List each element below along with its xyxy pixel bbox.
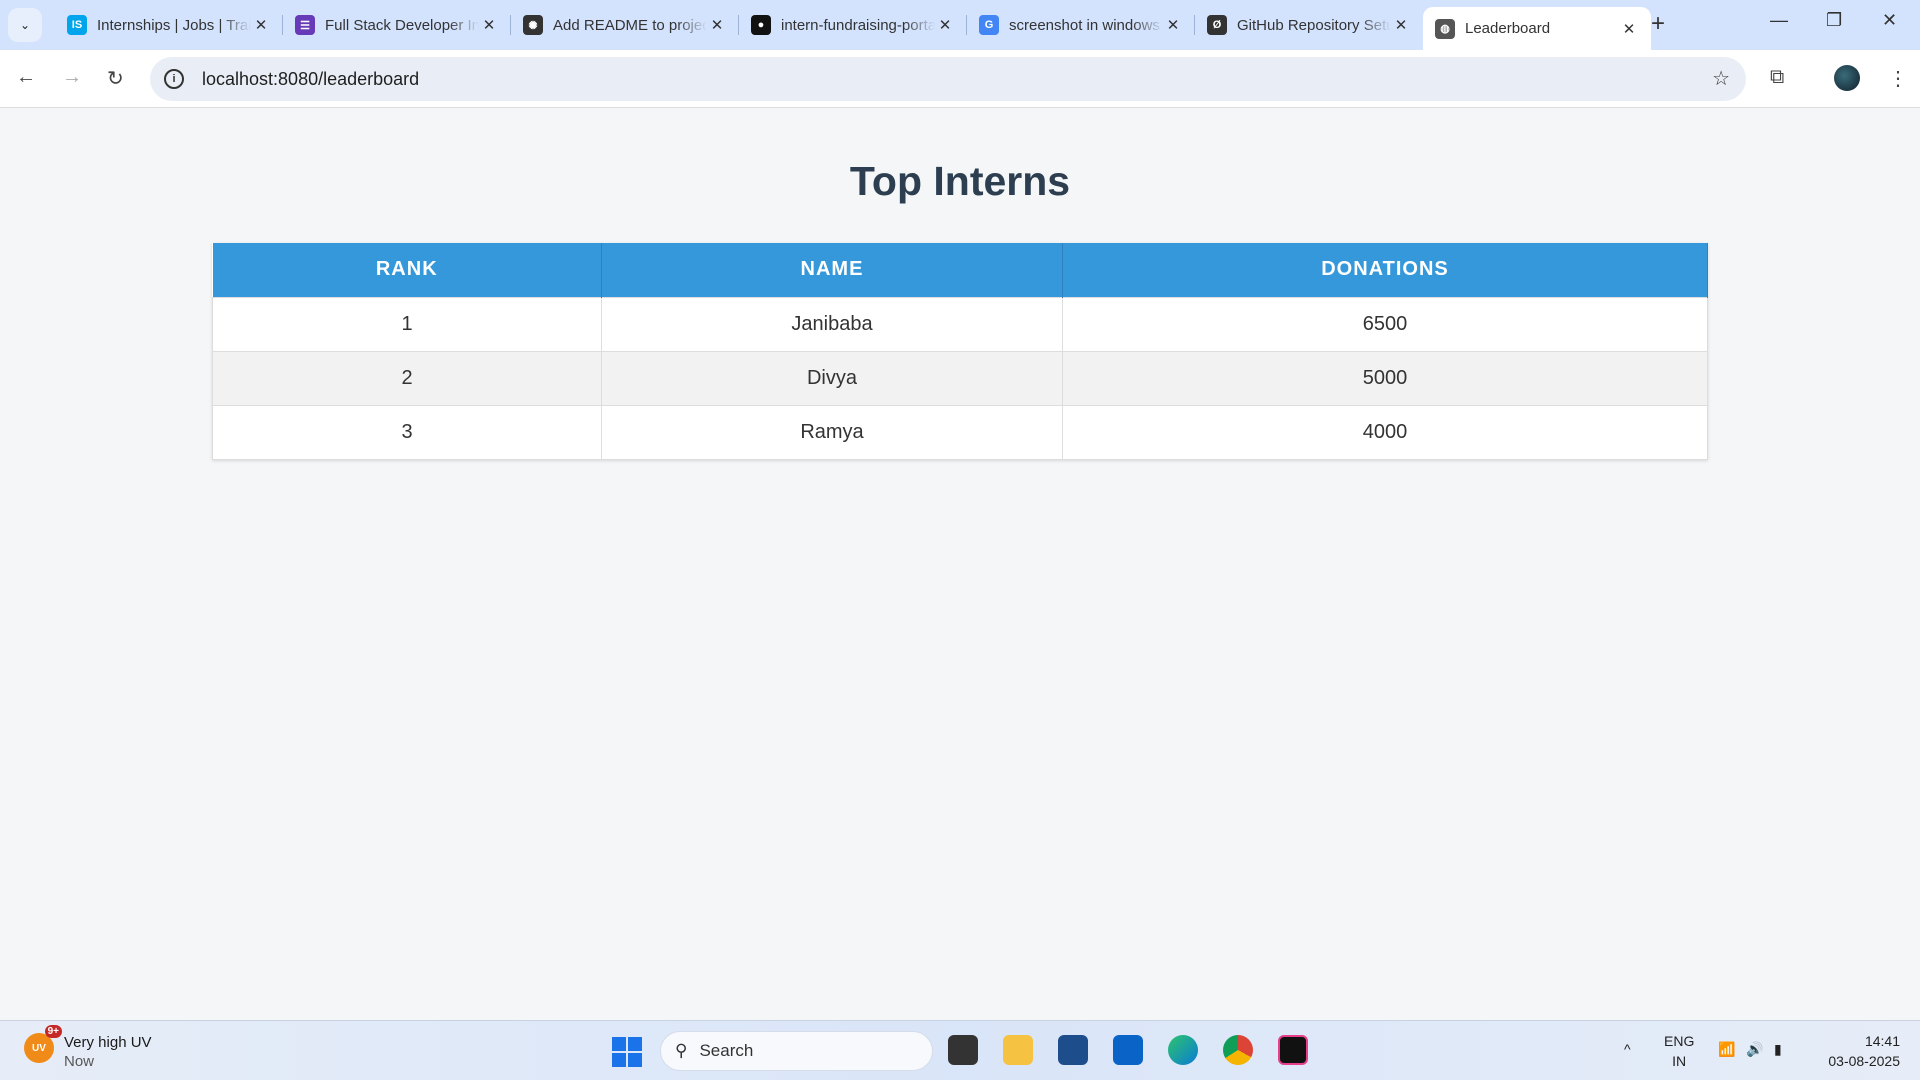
battery-icon[interactable]: ▮ xyxy=(1774,1039,1782,1059)
region: IN xyxy=(1672,1053,1687,1069)
table-row: 2 Divya 5000 xyxy=(212,350,1708,406)
globe-icon: ◍ xyxy=(1435,18,1455,39)
name-cell: Ramya xyxy=(601,404,1063,460)
table-row: 1 Janibaba 6500 xyxy=(212,296,1708,352)
address-bar[interactable]: i localhost:8080/leaderboard ☆ xyxy=(150,57,1746,101)
tab-screenshot-in-windows[interactable]: Gscreenshot in windows ✕ xyxy=(967,7,1195,43)
tab-leaderboard[interactable]: ◍ Leaderboard ✕ xyxy=(1423,7,1651,50)
tab-internships-jobs-training[interactable]: IS Internships | Jobs | Training✕ xyxy=(55,7,283,43)
tab-add-readme-to-project[interactable]: ✺ Add README to project ✕ xyxy=(511,7,739,43)
tab-strip: ⌄ ISInternships | Jobs | Training✕☰Full … xyxy=(0,0,1920,50)
minimize-button[interactable]: — xyxy=(1770,10,1788,31)
extensions-icon[interactable]: ⧉ xyxy=(1770,66,1784,89)
back-button[interactable]: ← xyxy=(16,66,36,89)
wifi-icon[interactable]: 📶 xyxy=(1718,1039,1735,1059)
table-row: 3 Ramya 4000 xyxy=(212,404,1708,460)
chatgpt-icon: ✺ xyxy=(523,15,543,35)
time: 14:41 xyxy=(1864,1033,1900,1049)
weather-subtitle: Now xyxy=(64,1053,95,1070)
close-tab-icon[interactable]: ✕ xyxy=(251,16,271,34)
close-tab-icon[interactable]: ✕ xyxy=(479,16,499,34)
task-view-icon[interactable] xyxy=(948,1035,978,1065)
header-name: NAME xyxy=(601,243,1063,297)
search-placeholder: Search xyxy=(699,1041,754,1060)
tab-title: Leaderboard xyxy=(1465,20,1551,37)
date: 03-08-2025 xyxy=(1828,1053,1900,1069)
forward-button[interactable]: → xyxy=(62,66,82,89)
volume-icon[interactable]: 🔊 xyxy=(1746,1039,1763,1059)
show-hidden-icons[interactable]: ^ xyxy=(1624,1039,1631,1059)
tab-title: screenshot in windows xyxy=(1009,16,1160,34)
uv-icon-text: UV xyxy=(32,1042,46,1054)
rank-cell: 3 xyxy=(212,404,602,460)
file-explorer-icon[interactable] xyxy=(1003,1035,1033,1065)
close-tab-icon[interactable]: ✕ xyxy=(1163,16,1183,34)
name-cell: Janibaba xyxy=(601,296,1063,352)
taskbar-search[interactable]: ⚲ Search xyxy=(660,1031,933,1071)
site-info-icon[interactable]: i xyxy=(164,69,184,89)
restore-button[interactable]: ❐ xyxy=(1826,10,1842,31)
name-cell: Divya xyxy=(601,350,1063,406)
internshala-icon: IS xyxy=(67,15,87,35)
close-window-button[interactable]: ✕ xyxy=(1882,10,1897,31)
close-tab-icon[interactable]: ✕ xyxy=(1391,16,1411,34)
tab-full-stack-developer-intern[interactable]: ☰ Full Stack Developer Intern✕ xyxy=(283,7,511,43)
donations-cell: 4000 xyxy=(1062,404,1708,460)
store-icon[interactable] xyxy=(1058,1035,1088,1065)
reload-button[interactable]: ↻ xyxy=(107,66,124,91)
weather-widget[interactable]: UV 9+ Very high UV Now xyxy=(24,1025,152,1071)
search-icon: ⚲ xyxy=(675,1041,688,1060)
taskbar: UV 9+ Very high UV Now ⚲ Search ^ ENG IN 📶 🔊… xyxy=(0,1020,1920,1080)
tab-intern-fundraising-portal[interactable]: ● intern-fundraising-portal ✕ xyxy=(739,7,967,43)
forms-icon: ☰ xyxy=(295,15,315,35)
bookmark-star-icon[interactable]: ☆ xyxy=(1712,66,1730,91)
language: ENG xyxy=(1664,1033,1695,1049)
header-rank: RANK xyxy=(212,243,602,297)
leaderboard-table: RANK NAME DONATIONS 1 Janibaba 6500 2 Divya… xyxy=(212,243,1708,460)
tab-title: GitHub Repository Setup xyxy=(1237,16,1391,34)
uv-icon: UV 9+ xyxy=(24,1025,62,1063)
profile-avatar[interactable] xyxy=(1834,65,1860,91)
close-tab-icon[interactable]: ✕ xyxy=(1619,20,1639,38)
close-tab-icon[interactable]: ✕ xyxy=(935,16,955,34)
menu-icon[interactable]: ⋮ xyxy=(1888,66,1908,91)
tab-github-repository-setup[interactable]: Ø GitHub Repository Setup ✕ xyxy=(1195,7,1423,43)
page-title: Top Interns xyxy=(849,158,1071,204)
rank-cell: 2 xyxy=(212,350,602,406)
slash-icon: Ø xyxy=(1207,15,1227,35)
rank-cell: 1 xyxy=(212,296,602,352)
weather-title: Very high UV xyxy=(64,1034,152,1051)
tab-title: intern-fundraising-portal xyxy=(781,16,935,34)
chrome-icon[interactable] xyxy=(1223,1035,1253,1065)
tab-title: Internships | Jobs | Training xyxy=(97,16,251,34)
notification-badge: 9+ xyxy=(44,1025,62,1038)
edge-icon[interactable] xyxy=(1168,1035,1198,1065)
tab-title: Full Stack Developer Intern xyxy=(325,16,479,34)
google-icon: G xyxy=(979,15,999,35)
github-icon: ● xyxy=(751,15,771,35)
tab-search-button[interactable]: ⌄ xyxy=(8,8,42,42)
header-donations: DONATIONS xyxy=(1062,243,1708,297)
donations-cell: 6500 xyxy=(1062,296,1708,352)
clock[interactable]: 14:41 03-08-2025 xyxy=(1816,1031,1900,1071)
start-button[interactable] xyxy=(612,1037,642,1067)
language-indicator[interactable]: ENG IN xyxy=(1664,1031,1694,1071)
outlook-icon[interactable] xyxy=(1113,1035,1143,1065)
close-tab-icon[interactable]: ✕ xyxy=(707,16,727,34)
url-text[interactable]: localhost:8080/leaderboard xyxy=(202,69,419,90)
browser-toolbar: ← → ↻ i localhost:8080/leaderboard ☆ ⧉ ⋮ xyxy=(0,50,1920,108)
intellij-icon[interactable] xyxy=(1278,1035,1308,1065)
donations-cell: 5000 xyxy=(1062,350,1708,406)
new-tab-button[interactable]: + xyxy=(1651,10,1665,38)
tab-title: Add README to project xyxy=(553,16,707,34)
